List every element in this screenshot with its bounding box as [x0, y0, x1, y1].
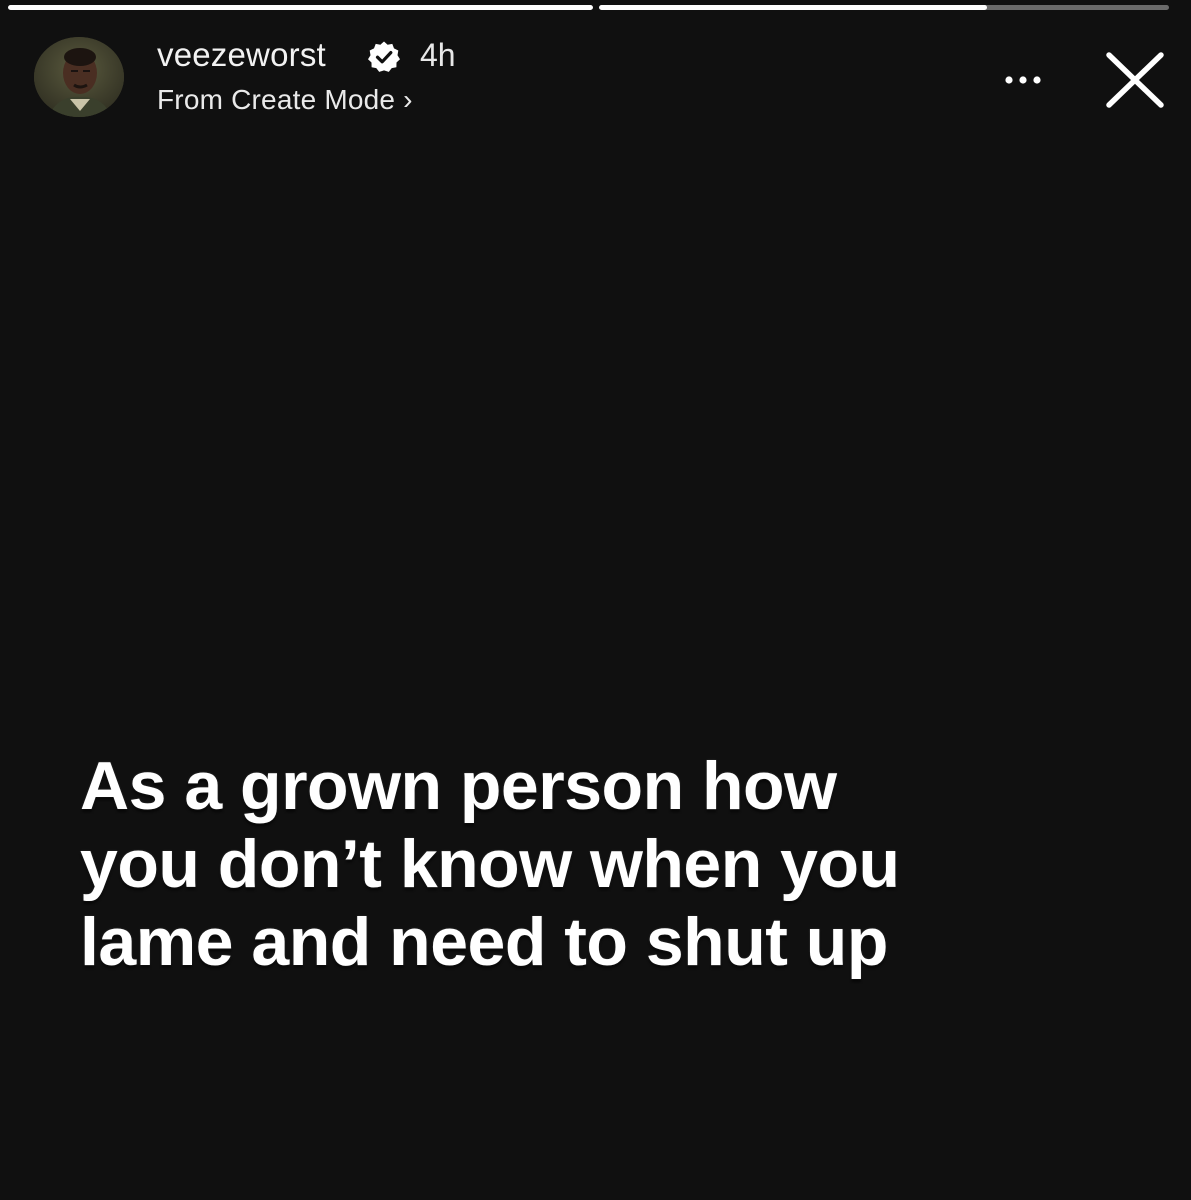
story-progress-fill-1 — [8, 5, 593, 10]
close-icon[interactable] — [1102, 50, 1168, 110]
story-text: As a grown person how you don’t know whe… — [80, 747, 1160, 981]
create-mode-label: From Create Mode — [157, 84, 396, 115]
username[interactable]: veezeworst — [157, 34, 326, 76]
create-mode-link[interactable]: From Create Mode › — [157, 81, 413, 119]
avatar-photo — [34, 37, 124, 117]
avatar[interactable] — [34, 37, 124, 117]
story-text-line-1: As a grown person how — [80, 748, 837, 824]
story-progress-bar-2 — [599, 5, 1169, 10]
chevron-right-icon: › — [403, 84, 413, 115]
story-progress-bar-1 — [8, 5, 593, 10]
story-text-line-2: you don’t know when you — [80, 826, 900, 902]
story-progress-fill-2 — [599, 5, 987, 10]
verified-badge-icon — [368, 41, 400, 72]
story-text-line-3: lame and need to shut up — [80, 904, 888, 980]
more-options-icon[interactable] — [1001, 60, 1045, 100]
post-time: 4h — [420, 37, 456, 73]
